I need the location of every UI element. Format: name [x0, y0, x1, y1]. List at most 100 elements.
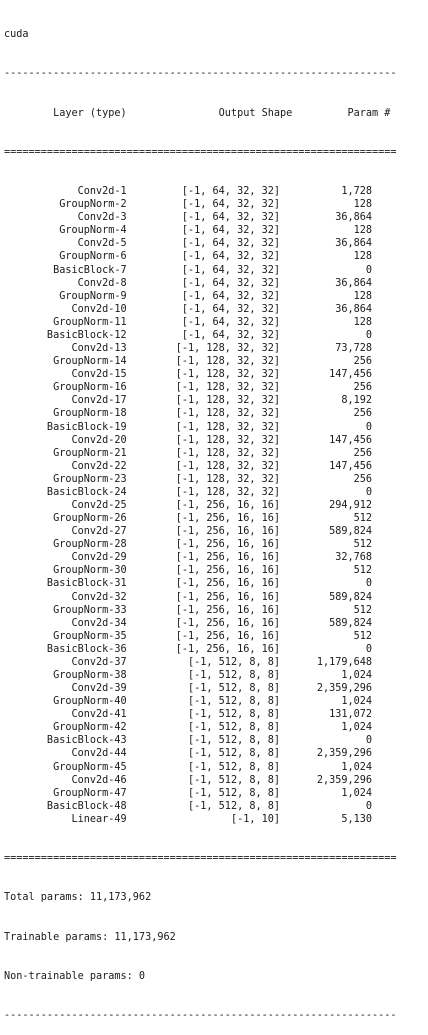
table-row: Conv2d-20 [-1, 128, 32, 32] 147,456 [4, 434, 428, 447]
total-params: Total params: 11,173,962 [4, 892, 152, 904]
output-shape: [-1, 128, 32, 32] [126, 395, 281, 407]
output-shape: [-1, 256, 16, 16] [126, 539, 281, 551]
table-row: GroupNorm-33 [-1, 256, 16, 16] 512 [4, 604, 428, 617]
param-count: 1,024 [280, 722, 373, 734]
layer-name: Conv2d-1 [4, 186, 127, 198]
table-row: Conv2d-1 [-1, 64, 32, 32] 1,728 [4, 185, 428, 198]
output-shape: [-1, 128, 32, 32] [126, 382, 281, 394]
table-row: GroupNorm-4 [-1, 64, 32, 32] 128 [4, 224, 428, 237]
table-row: BasicBlock-7 [-1, 64, 32, 32] 0 [4, 264, 428, 277]
output-shape: [-1, 512, 8, 8] [126, 787, 281, 799]
output-shape: [-1, 512, 8, 8] [126, 683, 281, 695]
output-shape: [-1, 64, 32, 32] [126, 316, 281, 328]
output-shape: [-1, 256, 16, 16] [126, 591, 281, 603]
layer-name: Conv2d-10 [4, 303, 127, 315]
layer-name: Conv2d-29 [4, 552, 127, 564]
table-row: GroupNorm-45 [-1, 512, 8, 8] 1,024 [4, 761, 428, 774]
layer-name: BasicBlock-48 [4, 800, 127, 812]
output-shape: [-1, 64, 32, 32] [126, 329, 281, 341]
console-output: cuda -----------------------------------… [0, 0, 428, 1035]
layer-name: Conv2d-5 [4, 238, 127, 250]
table-row: BasicBlock-43 [-1, 512, 8, 8] 0 [4, 734, 428, 747]
output-shape: [-1, 256, 16, 16] [126, 526, 281, 538]
layer-name: Conv2d-8 [4, 277, 127, 289]
output-shape: [-1, 512, 8, 8] [126, 735, 281, 747]
layer-name: BasicBlock-36 [4, 643, 127, 655]
param-count: 147,456 [280, 460, 373, 472]
layer-name: Conv2d-27 [4, 526, 127, 538]
table-row: GroupNorm-28 [-1, 256, 16, 16] 512 [4, 538, 428, 551]
table-row: Conv2d-39 [-1, 512, 8, 8] 2,359,296 [4, 682, 428, 695]
output-shape: [-1, 64, 32, 32] [126, 212, 281, 224]
table-row: Conv2d-13 [-1, 128, 32, 32] 73,728 [4, 342, 428, 355]
table-row: Conv2d-44 [-1, 512, 8, 8] 2,359,296 [4, 747, 428, 760]
param-count: 36,864 [280, 303, 373, 315]
param-count: 256 [280, 473, 373, 485]
param-count: 256 [280, 356, 373, 368]
layer-name: GroupNorm-16 [4, 382, 127, 394]
output-shape: [-1, 64, 32, 32] [126, 238, 281, 250]
layer-name: Conv2d-17 [4, 395, 127, 407]
layer-name: GroupNorm-42 [4, 722, 127, 734]
table-row: Conv2d-46 [-1, 512, 8, 8] 2,359,296 [4, 774, 428, 787]
output-shape: [-1, 256, 16, 16] [126, 630, 281, 642]
param-count: 36,864 [280, 212, 373, 224]
layer-name: Conv2d-3 [4, 212, 127, 224]
layer-name: Conv2d-34 [4, 617, 127, 629]
output-shape: [-1, 512, 8, 8] [126, 800, 281, 812]
param-count: 2,359,296 [280, 683, 373, 695]
param-count: 147,456 [280, 434, 373, 446]
param-count: 32,768 [280, 552, 373, 564]
table-end-rule: ========================================… [4, 853, 397, 865]
param-count: 589,824 [280, 526, 373, 538]
param-count: 0 [280, 578, 373, 590]
param-count: 8,192 [280, 395, 373, 407]
table-row: GroupNorm-11 [-1, 64, 32, 32] 128 [4, 316, 428, 329]
output-shape: [-1, 512, 8, 8] [126, 696, 281, 708]
output-shape: [-1, 256, 16, 16] [126, 565, 281, 577]
output-shape: [-1, 10] [126, 813, 281, 825]
param-count: 131,072 [280, 709, 373, 721]
param-count: 0 [280, 643, 373, 655]
output-shape: [-1, 256, 16, 16] [126, 552, 281, 564]
output-shape: [-1, 64, 32, 32] [126, 290, 281, 302]
layer-name: GroupNorm-18 [4, 408, 127, 420]
layer-name: Conv2d-20 [4, 434, 127, 446]
param-count: 1,024 [280, 761, 373, 773]
param-count: 0 [280, 800, 373, 812]
layer-name: BasicBlock-12 [4, 329, 127, 341]
param-count: 1,024 [280, 696, 373, 708]
output-shape: [-1, 256, 16, 16] [126, 578, 281, 590]
header-rule: ========================================… [4, 146, 397, 158]
output-shape: [-1, 128, 32, 32] [126, 460, 281, 472]
layer-name: Conv2d-37 [4, 656, 127, 668]
param-count: 147,456 [280, 369, 373, 381]
table-row: GroupNorm-26 [-1, 256, 16, 16] 512 [4, 512, 428, 525]
table-row: Conv2d-15 [-1, 128, 32, 32] 147,456 [4, 368, 428, 381]
layer-name: Conv2d-41 [4, 709, 127, 721]
param-count: 0 [280, 421, 373, 433]
table-row: GroupNorm-16 [-1, 128, 32, 32] 256 [4, 381, 428, 394]
param-count: 73,728 [280, 343, 373, 355]
output-shape: [-1, 128, 32, 32] [126, 408, 281, 420]
output-shape: [-1, 256, 16, 16] [126, 499, 281, 511]
param-count: 36,864 [280, 277, 373, 289]
layer-name: GroupNorm-11 [4, 316, 127, 328]
layer-name: GroupNorm-14 [4, 356, 127, 368]
output-shape: [-1, 64, 32, 32] [126, 251, 281, 263]
layer-name: Linear-49 [4, 813, 127, 825]
table-row: Conv2d-5 [-1, 64, 32, 32] 36,864 [4, 237, 428, 250]
table-row: GroupNorm-21 [-1, 128, 32, 32] 256 [4, 447, 428, 460]
layer-name: GroupNorm-47 [4, 787, 127, 799]
param-count: 256 [280, 408, 373, 420]
layer-name: GroupNorm-33 [4, 604, 127, 616]
param-count: 512 [280, 513, 373, 525]
output-shape: [-1, 512, 8, 8] [126, 774, 281, 786]
table-row: Conv2d-3 [-1, 64, 32, 32] 36,864 [4, 211, 428, 224]
layer-name: Conv2d-46 [4, 774, 127, 786]
param-count: 128 [280, 316, 373, 328]
output-shape: [-1, 256, 16, 16] [126, 513, 281, 525]
table-row: GroupNorm-9 [-1, 64, 32, 32] 128 [4, 290, 428, 303]
table-row: GroupNorm-35 [-1, 256, 16, 16] 512 [4, 630, 428, 643]
table-row: BasicBlock-48 [-1, 512, 8, 8] 0 [4, 800, 428, 813]
